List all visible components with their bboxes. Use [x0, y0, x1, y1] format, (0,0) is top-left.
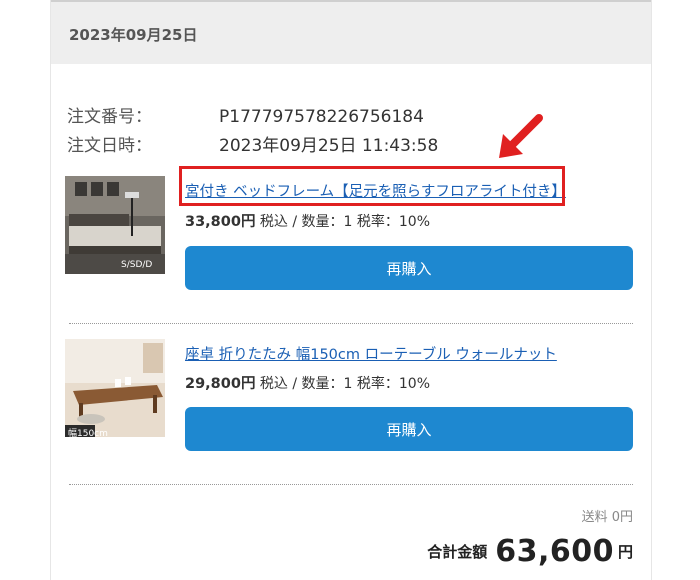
product-thumbnail-bed[interactable]: S/SD/D	[65, 176, 165, 274]
order-datetime-label: 注文日時：	[67, 136, 152, 156]
total-unit: 円	[617, 543, 633, 561]
total-amount: 63,600	[495, 534, 614, 569]
price-bed: 33,800円	[185, 214, 256, 230]
product-thumbnail-table[interactable]: 幅150cm	[65, 339, 165, 437]
order-card: 2023年09月25日 注文番号： P177797578226756184 注文日…	[50, 0, 652, 580]
order-number-row: 注文番号： P177797578226756184	[67, 102, 424, 127]
order-datetime-row: 注文日時： 2023年09月25日 11:43:58	[67, 131, 438, 156]
order-datetime-value: 2023年09月25日 11:43:58	[219, 136, 439, 156]
product-link-table[interactable]: 座卓 折りたたみ 幅150cm ローテーブル ウォールナット	[185, 343, 557, 364]
rebuy-button-bed[interactable]: 再購入	[185, 246, 633, 290]
order-total: 合計金額 63,600 円	[427, 534, 633, 569]
shipping-fee: 送料 0円	[581, 510, 633, 525]
order-date-header: 2023年09月25日	[51, 0, 651, 64]
highlight-box	[179, 166, 565, 206]
thumb-size-label: S/SD/D	[121, 260, 153, 270]
divider	[69, 323, 633, 324]
price-details-bed: 税込 / 数量：1 税率：10%	[255, 214, 431, 230]
price-line-bed: 33,800円 税込 / 数量：1 税率：10%	[185, 210, 430, 231]
price-line-table: 29,800円 税込 / 数量：1 税率：10%	[185, 372, 430, 393]
red-arrow-icon	[499, 114, 543, 158]
order-number-label: 注文番号：	[67, 107, 152, 127]
thumb-size-label: 幅150cm	[68, 429, 108, 437]
divider	[69, 484, 633, 485]
total-label: 合計金額	[427, 543, 488, 561]
order-date: 2023年09月25日	[69, 26, 198, 44]
rebuy-button-table[interactable]: 再購入	[185, 407, 633, 451]
price-details-table: 税込 / 数量：1 税率：10%	[255, 376, 431, 392]
order-number-value: P177797578226756184	[219, 107, 424, 127]
price-table: 29,800円	[185, 376, 256, 392]
